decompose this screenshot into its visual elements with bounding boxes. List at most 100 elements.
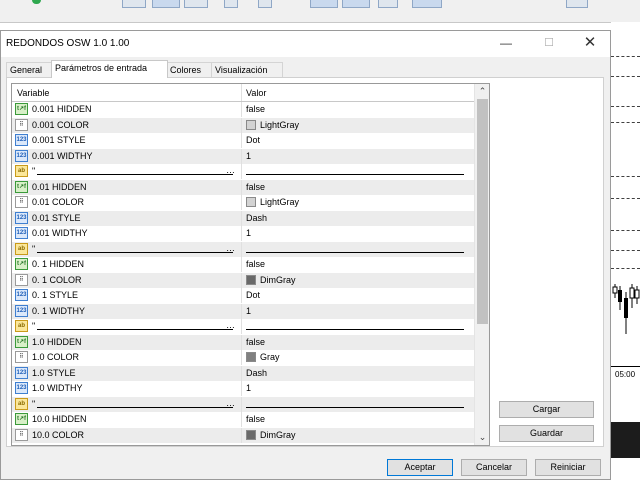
variable-name: " xyxy=(32,166,36,176)
toolbar-button[interactable] xyxy=(566,0,588,8)
parameter-value[interactable]: false xyxy=(246,259,265,269)
color-swatch[interactable] xyxy=(246,275,256,285)
toolbar-button[interactable] xyxy=(378,0,398,8)
table-row[interactable]: t↗f 10.0 HIDDEN false xyxy=(12,412,474,428)
table-row[interactable]: t↗f 0.001 HIDDEN false xyxy=(12,102,474,118)
parameter-value[interactable]: Dot xyxy=(246,290,260,300)
color-swatch[interactable] xyxy=(246,197,256,207)
table-row[interactable]: ⠿ 10.0 COLOR DimGray xyxy=(12,428,474,444)
ellipsis-button[interactable]: … xyxy=(226,320,235,330)
variable-name: 0. 1 WIDTHY xyxy=(32,306,86,316)
chart-level-line xyxy=(611,176,640,177)
load-button[interactable]: Cargar xyxy=(499,401,594,418)
table-row[interactable]: 123 1.0 STYLE Dash xyxy=(12,366,474,382)
table-row[interactable]: 123 0.01 STYLE Dash xyxy=(12,211,474,227)
cancel-button[interactable]: Cancelar xyxy=(461,459,527,476)
scroll-thumb[interactable] xyxy=(477,99,488,324)
color-swatch[interactable] xyxy=(246,352,256,362)
tab-colors[interactable]: Colores xyxy=(166,62,213,78)
table-row[interactable]: ⠿ 1.0 COLOR Gray xyxy=(12,350,474,366)
column-divider xyxy=(241,226,242,241)
value-field[interactable] xyxy=(246,174,464,175)
parameter-value[interactable]: Dash xyxy=(246,213,267,223)
table-row[interactable]: 123 0.001 WIDTHY 1 xyxy=(12,149,474,165)
value-field[interactable] xyxy=(246,329,464,330)
separator-line xyxy=(37,174,233,175)
candlesticks xyxy=(612,284,640,334)
table-row[interactable]: t↗f 1.0 HIDDEN false xyxy=(12,335,474,351)
parameter-value[interactable]: 1 xyxy=(246,383,251,393)
table-row[interactable]: 123 0.001 STYLE Dot xyxy=(12,133,474,149)
toolbar-button[interactable] xyxy=(224,0,238,8)
parameter-value[interactable]: 1 xyxy=(246,306,251,316)
table-row[interactable]: t↗f 0. 1 HIDDEN false xyxy=(12,257,474,273)
parameter-value[interactable]: false xyxy=(246,182,265,192)
table-row[interactable]: t↗f 0.01 HIDDEN false xyxy=(12,180,474,196)
ellipsis-button[interactable]: … xyxy=(226,243,235,253)
tab-visualization[interactable]: Visualización xyxy=(211,62,283,78)
parameter-value[interactable]: false xyxy=(246,104,265,114)
parameter-value[interactable]: false xyxy=(246,337,265,347)
column-divider[interactable] xyxy=(241,84,242,101)
table-row[interactable]: ab "… xyxy=(12,242,474,258)
table-row[interactable]: ⠿ 0.001 COLOR LightGray xyxy=(12,118,474,134)
column-divider xyxy=(241,180,242,195)
reset-button[interactable]: Reiniciar xyxy=(535,459,601,476)
parameter-value[interactable]: DimGray xyxy=(260,275,296,285)
table-row[interactable]: ⠿ 0. 1 COLOR DimGray xyxy=(12,273,474,289)
variable-name: 0.01 WIDTHY xyxy=(32,228,88,238)
column-header-value[interactable]: Valor xyxy=(246,88,266,98)
minimize-button[interactable]: — xyxy=(491,34,521,52)
table-row[interactable]: ab "… xyxy=(12,164,474,180)
toolbar-button[interactable] xyxy=(342,0,370,8)
save-button[interactable]: Guardar xyxy=(499,425,594,442)
column-divider xyxy=(241,273,242,288)
toolbar-button[interactable] xyxy=(310,0,338,8)
parameter-value[interactable]: LightGray xyxy=(260,197,299,207)
ellipsis-button[interactable]: … xyxy=(226,398,235,408)
maximize-button[interactable]: ☐ xyxy=(534,34,564,52)
table-row[interactable]: ab "… xyxy=(12,397,474,413)
parameter-value[interactable]: 1 xyxy=(246,151,251,161)
color-swatch[interactable] xyxy=(246,430,256,440)
close-button[interactable]: ✕ xyxy=(575,34,605,52)
scroll-down-arrow-icon[interactable]: ⌄ xyxy=(475,430,489,444)
int-icon: 123 xyxy=(15,150,28,162)
terminal-toolbar xyxy=(0,0,640,23)
table-row[interactable]: 123 0.01 WIDTHY 1 xyxy=(12,226,474,242)
column-divider xyxy=(241,257,242,272)
table-row[interactable]: ab "… xyxy=(12,319,474,335)
column-header-variable[interactable]: Variable xyxy=(17,88,49,98)
variable-name: 0. 1 STYLE xyxy=(32,290,79,300)
column-divider xyxy=(241,149,242,164)
parameter-value[interactable]: DimGray xyxy=(260,430,296,440)
toolbar-button[interactable] xyxy=(184,0,208,8)
vertical-scrollbar[interactable]: ⌃ ⌄ xyxy=(474,84,489,445)
table-row[interactable]: 123 0. 1 STYLE Dot xyxy=(12,288,474,304)
column-divider xyxy=(241,133,242,148)
color-swatch[interactable] xyxy=(246,120,256,130)
ellipsis-button[interactable]: … xyxy=(226,165,235,175)
table-row[interactable]: ⠿ 0.01 COLOR LightGray xyxy=(12,195,474,211)
int-icon: 123 xyxy=(15,305,28,317)
parameter-value[interactable]: false xyxy=(246,414,265,424)
color-icon: ⠿ xyxy=(15,429,28,441)
ok-button[interactable]: Aceptar xyxy=(387,459,453,476)
chart-level-line xyxy=(611,122,640,123)
toolbar-button[interactable] xyxy=(152,0,180,8)
value-field[interactable] xyxy=(246,407,464,408)
scroll-up-arrow-icon[interactable]: ⌃ xyxy=(475,84,489,98)
toolbar-button[interactable] xyxy=(412,0,442,8)
parameter-value[interactable]: Dash xyxy=(246,368,267,378)
toolbar-button[interactable] xyxy=(122,0,146,8)
table-row[interactable]: 123 0. 1 WIDTHY 1 xyxy=(12,304,474,320)
toolbar-button[interactable] xyxy=(258,0,272,8)
table-row[interactable]: 123 1.0 WIDTHY 1 xyxy=(12,381,474,397)
parameter-value[interactable]: 1 xyxy=(246,228,251,238)
tab-input-parameters[interactable]: Parámetros de entrada xyxy=(51,60,168,78)
parameter-value[interactable]: LightGray xyxy=(260,120,299,130)
parameter-value[interactable]: Gray xyxy=(260,352,280,362)
parameter-value[interactable]: Dot xyxy=(246,135,260,145)
value-field[interactable] xyxy=(246,252,464,253)
tab-general[interactable]: General xyxy=(6,62,52,78)
